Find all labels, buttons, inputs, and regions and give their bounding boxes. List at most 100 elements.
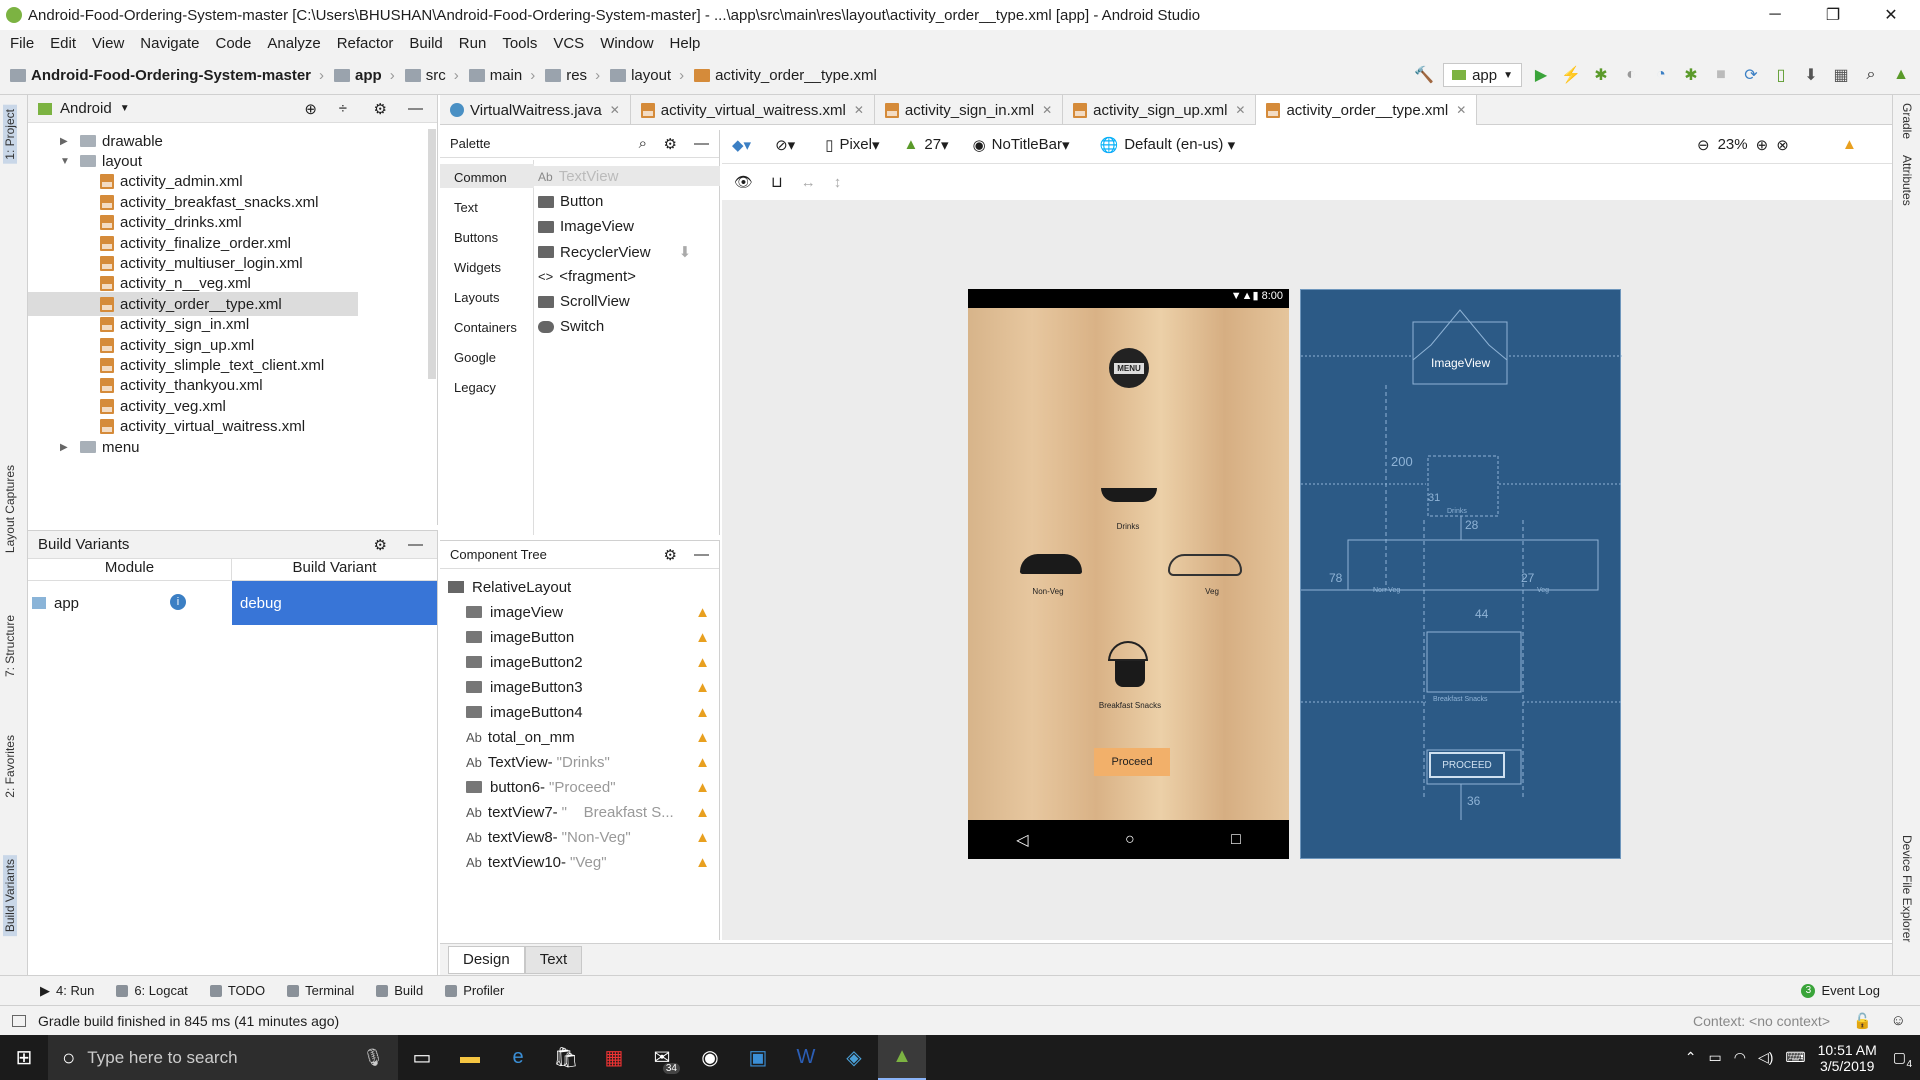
menu-tools[interactable]: Tools	[502, 35, 537, 52]
search-icon[interactable]: ⌕	[639, 135, 647, 152]
tab-build-variants[interactable]: Build Variants	[3, 855, 17, 937]
tool-terminal[interactable]: Terminal	[287, 983, 354, 998]
menu-help[interactable]: Help	[670, 35, 701, 52]
orientation-icon[interactable]: ⊘▾	[775, 136, 795, 154]
hector-icon[interactable]: ☺	[1891, 1012, 1906, 1029]
wifi-icon[interactable]: ◠	[1734, 1049, 1746, 1066]
apply-changes-icon[interactable]: ⚡	[1560, 64, 1582, 86]
tab-favorites[interactable]: 2: Favorites	[3, 735, 17, 798]
sdk-manager-icon[interactable]: ⬇	[1800, 64, 1822, 86]
gear-icon[interactable]: ⚙	[374, 100, 387, 118]
warning-icon[interactable]: ▲	[1842, 136, 1857, 153]
tool-logcat[interactable]: 6: Logcat	[116, 983, 188, 998]
category-widgets[interactable]: Widgets	[454, 260, 501, 275]
chevron-right-icon[interactable]: ▶	[60, 442, 74, 453]
debug-icon[interactable]: ✱	[1590, 64, 1612, 86]
menu-view[interactable]: View	[92, 35, 124, 52]
category-buttons[interactable]: Buttons	[454, 230, 498, 245]
tool-build[interactable]: Build	[376, 983, 423, 998]
coverage-icon[interactable]: ◐	[1620, 64, 1642, 86]
download-icon[interactable]: ⬇	[679, 243, 692, 261]
nonveg-image-button[interactable]	[1020, 538, 1090, 578]
recents-icon[interactable]: □	[1231, 831, 1241, 849]
gear-icon[interactable]: ⚙	[664, 546, 677, 564]
warning-icon[interactable]: ▲	[695, 779, 710, 796]
lock-icon[interactable]: 🔓	[1853, 1012, 1872, 1030]
microphone-icon[interactable]: 🎙	[362, 1048, 384, 1068]
menu-logo[interactable]: MENU	[1098, 348, 1160, 388]
category-layouts[interactable]: Layouts	[454, 290, 500, 305]
breadcrumb-project[interactable]: Android-Food-Ordering-System-master ›	[10, 67, 324, 84]
locate-icon[interactable]: ⊕	[304, 100, 317, 118]
sync-gradle-icon[interactable]: ⟳	[1740, 64, 1762, 86]
status-toggle-icon[interactable]	[12, 1014, 26, 1027]
gear-icon[interactable]: ⚙	[664, 135, 677, 153]
palette-item-imageview[interactable]: ImageView	[538, 218, 634, 235]
tab-structure[interactable]: 7: Structure	[3, 615, 17, 677]
menu-window[interactable]: Window	[600, 35, 653, 52]
api-select[interactable]: ▲ 27 ▾	[904, 136, 949, 154]
android-studio-taskbar-icon[interactable]: ▲	[878, 1035, 926, 1080]
collapse-icon[interactable]: ÷	[339, 100, 347, 117]
close-icon[interactable]: ✕	[1042, 103, 1052, 117]
tab-device-file-explorer[interactable]: Device File Explorer	[1900, 835, 1914, 942]
search-icon[interactable]: ⌕	[1860, 64, 1882, 86]
warning-icon[interactable]: ▲	[695, 854, 710, 871]
menu-analyze[interactable]: Analyze	[267, 35, 320, 52]
tab-design[interactable]: Design	[448, 945, 525, 974]
veg-image-button[interactable]	[1168, 544, 1252, 580]
tab-activity-virtual-waitress[interactable]: activity_virtual_waitress.xml ✕	[631, 95, 875, 125]
back-icon[interactable]: ◁	[1016, 830, 1028, 850]
status-message[interactable]: Gradle build finished in 845 ms (41 minu…	[38, 1013, 339, 1029]
task-view-icon[interactable]: ▭	[398, 1035, 446, 1080]
warning-icon[interactable]: ▲	[695, 629, 710, 646]
close-icon[interactable]: ✕	[854, 103, 864, 117]
menu-file[interactable]: File	[10, 35, 34, 52]
warning-icon[interactable]: ▲	[695, 804, 710, 821]
chevron-right-icon[interactable]: ▶	[60, 136, 74, 147]
palette-item-recyclerview[interactable]: RecyclerView ⬇	[538, 243, 691, 261]
menu-build[interactable]: Build	[409, 35, 442, 52]
component-tree-item[interactable]: Ab textView7- " Breakfast S... ▲	[448, 800, 716, 824]
close-icon[interactable]: ✕	[1456, 103, 1466, 117]
zoom-in-icon[interactable]: ⊕	[1756, 136, 1769, 154]
menu-code[interactable]: Code	[215, 35, 251, 52]
chevron-down-icon[interactable]: ▼	[120, 103, 130, 114]
warning-icon[interactable]: ▲	[695, 829, 710, 846]
variant-cell[interactable]: debug	[232, 581, 437, 625]
scrollbar[interactable]	[428, 129, 436, 379]
stop-icon[interactable]: ■	[1710, 64, 1732, 86]
tab-text[interactable]: Text	[524, 945, 583, 974]
close-button[interactable]: ✕	[1862, 0, 1920, 30]
tree-root-relativelayout[interactable]: RelativeLayout	[448, 575, 716, 599]
warning-icon[interactable]: ▲	[695, 704, 710, 721]
tab-activity-sign-in[interactable]: activity_sign_in.xml ✕	[875, 95, 1064, 125]
phone-preview[interactable]: ▼▲▮ 8:00 MENU Drinks Non-Veg Veg Breakfa…	[968, 289, 1289, 859]
close-icon[interactable]: ✕	[1235, 103, 1245, 117]
mail-icon[interactable]: ✉ 34	[638, 1035, 686, 1080]
vertical-arrows-icon[interactable]: ↕	[834, 174, 842, 191]
battery-icon[interactable]: ▭	[1709, 1049, 1722, 1066]
warning-icon[interactable]: ▲	[695, 604, 710, 621]
component-tree-item[interactable]: imageButton ▲	[448, 625, 716, 649]
component-tree-item[interactable]: imageButton4 ▲	[448, 700, 716, 724]
palette-item-switch[interactable]: Switch	[538, 318, 604, 335]
tool-todo[interactable]: TODO	[209, 983, 265, 998]
breadcrumb-res[interactable]: res ›	[545, 67, 600, 84]
info-icon[interactable]: i	[170, 594, 186, 610]
project-structure-icon[interactable]: ▦	[1830, 64, 1852, 86]
theme-select[interactable]: ◉ NoTitleBar ▾	[973, 136, 1070, 154]
breadcrumb-app[interactable]: app ›	[334, 67, 395, 84]
tab-layout-captures[interactable]: Layout Captures	[3, 465, 17, 553]
component-tree-item[interactable]: imageButton3 ▲	[448, 675, 716, 699]
profile-icon[interactable]: ◔	[1650, 64, 1672, 86]
device-select[interactable]: ▯ Pixel ▾	[825, 136, 879, 154]
run-config-select[interactable]: app ▼	[1443, 63, 1522, 87]
chevron-up-icon[interactable]: ⌃	[1685, 1049, 1697, 1066]
build-variant-row[interactable]: app i debug	[28, 581, 437, 625]
menu-edit[interactable]: Edit	[50, 35, 76, 52]
media-icon[interactable]: ◉	[686, 1035, 734, 1080]
palette-item-textview[interactable]: Ab TextView	[538, 168, 618, 185]
blueprint-preview[interactable]: ImageView 200 31 28 78 27 44 36 Drinks N…	[1300, 289, 1622, 859]
tab-gradle[interactable]: Gradle	[1900, 103, 1914, 139]
